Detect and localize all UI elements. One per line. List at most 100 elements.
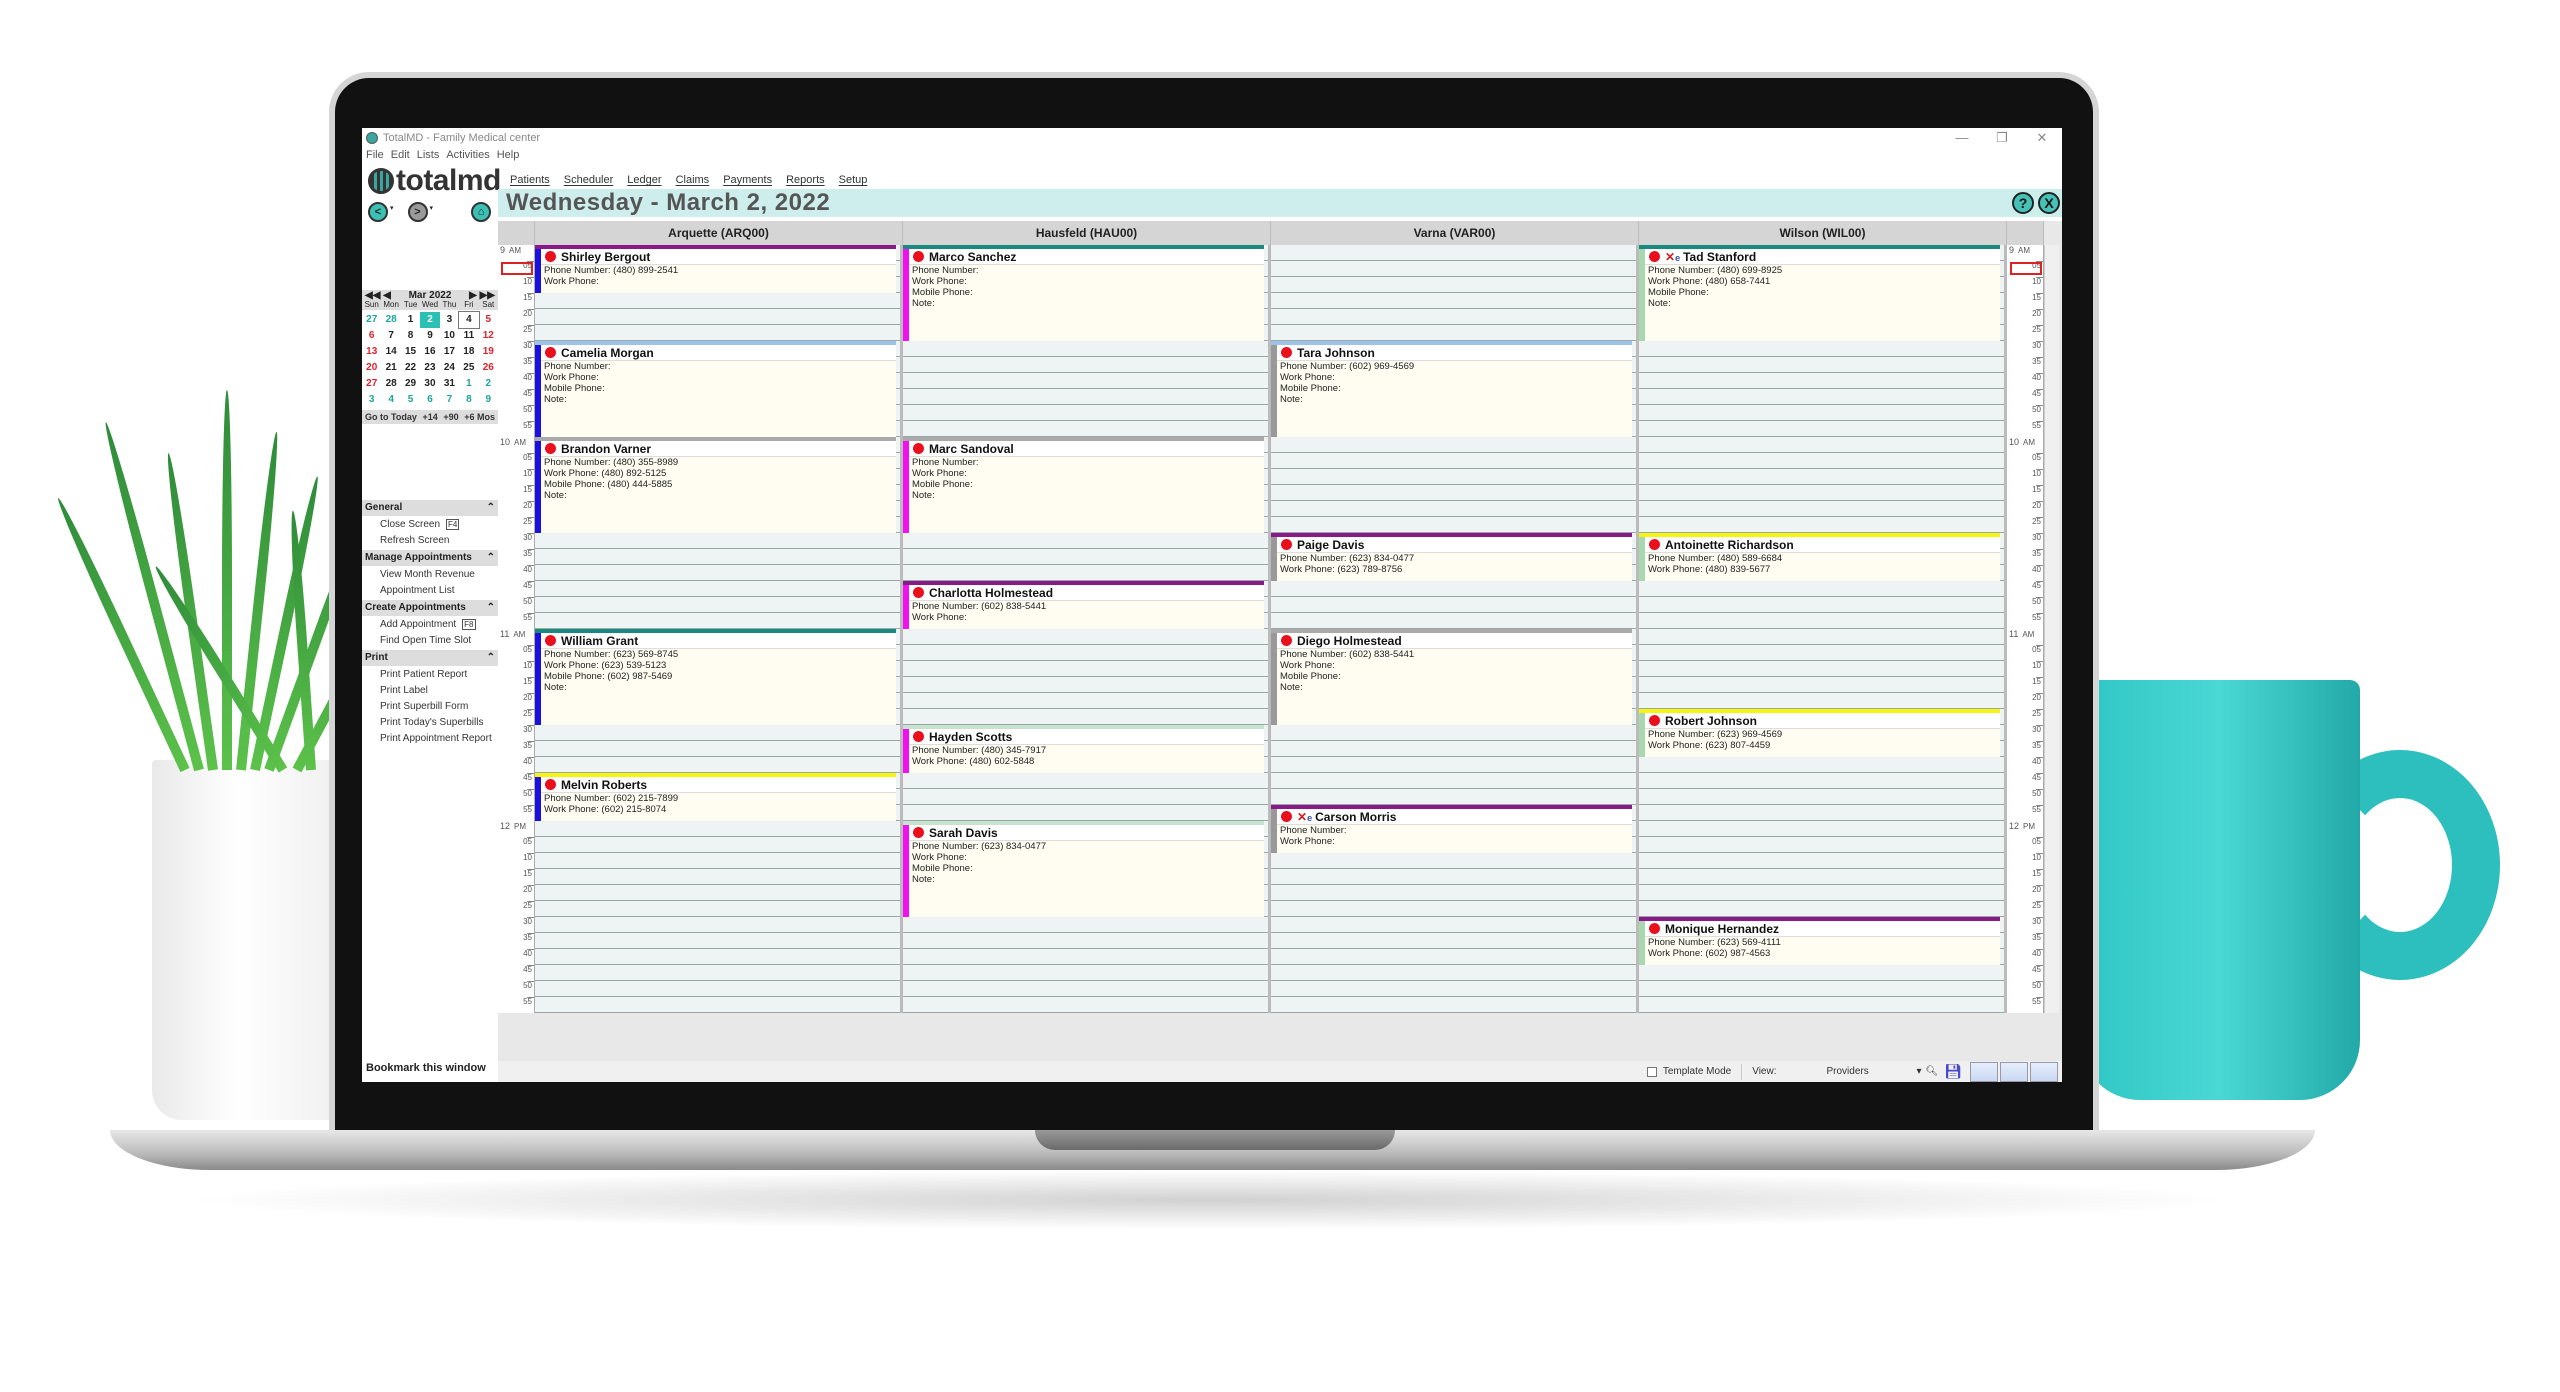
maximize-button[interactable]: ❐ xyxy=(1982,128,2022,148)
time-slot[interactable] xyxy=(1639,485,2004,501)
menu-lists[interactable]: Lists xyxy=(417,149,440,165)
time-slot[interactable] xyxy=(1271,789,1636,805)
time-slot[interactable] xyxy=(1639,405,2004,421)
task-item[interactable]: View Month Revenue xyxy=(362,566,498,582)
time-slot[interactable] xyxy=(1271,501,1636,517)
time-slot[interactable] xyxy=(903,357,1268,373)
search-icon[interactable]: 🔍︎ xyxy=(1926,1066,1939,1077)
calendar-day[interactable]: 12 xyxy=(479,328,498,344)
time-slot[interactable] xyxy=(903,389,1268,405)
appointment-card[interactable]: Marco Sanchez Phone Number: Work Phone: Mob… xyxy=(903,245,1264,341)
time-slot[interactable] xyxy=(1639,837,2004,853)
calendar-day[interactable]: 10 xyxy=(440,328,459,344)
calendar-day[interactable]: 28 xyxy=(381,376,400,392)
plus-90-link[interactable]: +90 xyxy=(443,412,458,422)
time-slot[interactable] xyxy=(1271,581,1636,597)
time-slot[interactable] xyxy=(1271,997,1636,1013)
provider-header[interactable]: Arquette (ARQ00) xyxy=(535,221,903,245)
time-slot[interactable] xyxy=(1271,613,1636,629)
time-slot[interactable] xyxy=(535,917,900,933)
time-slot[interactable] xyxy=(1271,453,1636,469)
task-item[interactable]: Print Appointment Report xyxy=(362,730,498,746)
appointment-card[interactable]: Tara Johnson Phone Number: (602) 969-4569… xyxy=(1271,341,1632,437)
appointment-card[interactable]: ✕e Carson Morris Phone Number: Work Phone: xyxy=(1271,805,1632,853)
time-slot[interactable] xyxy=(903,965,1268,981)
calendar-day[interactable]: 8 xyxy=(401,328,420,344)
calendar-day[interactable]: 16 xyxy=(420,344,439,360)
time-slot[interactable] xyxy=(535,981,900,997)
appointment-card[interactable]: William Grant Phone Number: (623) 569-874… xyxy=(535,629,896,725)
task-group-header[interactable]: General ⌃ xyxy=(362,500,498,516)
calendar-day[interactable]: 4 xyxy=(381,392,400,408)
time-slot[interactable] xyxy=(1271,869,1636,885)
nav-claims[interactable]: Claims xyxy=(676,174,710,186)
calendar-day[interactable]: 7 xyxy=(440,392,459,408)
calendar-day[interactable]: 5 xyxy=(479,312,498,328)
template-mode-checkbox[interactable] xyxy=(1646,1066,1657,1077)
plus-6-months-link[interactable]: +6 Mos xyxy=(464,412,495,422)
back-dropdown-icon[interactable]: ▾ xyxy=(390,204,394,212)
time-slot[interactable] xyxy=(1639,853,2004,869)
time-slot[interactable] xyxy=(903,789,1268,805)
time-slot[interactable] xyxy=(535,965,900,981)
time-slot[interactable] xyxy=(1639,981,2004,997)
time-slot[interactable] xyxy=(535,901,900,917)
save-icon[interactable]: 💾︎ xyxy=(1944,1063,1962,1080)
nav-reports[interactable]: Reports xyxy=(786,174,825,186)
calendar-day[interactable]: 8 xyxy=(459,392,478,408)
time-slot[interactable] xyxy=(1271,309,1636,325)
appointment-card[interactable]: Robert Johnson Phone Number: (623) 969-45… xyxy=(1639,709,2000,757)
time-slot[interactable] xyxy=(535,325,900,341)
vertical-scrollbar[interactable] xyxy=(2044,245,2059,1013)
home-button[interactable]: ⌂ xyxy=(471,202,492,222)
time-slot[interactable] xyxy=(903,405,1268,421)
task-item[interactable]: Print Superbill Form xyxy=(362,698,498,714)
calendar-day[interactable]: 30 xyxy=(420,376,439,392)
appointment-card[interactable]: Melvin Roberts Phone Number: (602) 215-78… xyxy=(535,773,896,821)
calendar-day[interactable]: 3 xyxy=(440,312,459,328)
time-slot[interactable] xyxy=(903,629,1268,645)
task-item[interactable]: Print Label xyxy=(362,682,498,698)
month-view-button[interactable] xyxy=(2030,1061,2058,1082)
close-screen-button[interactable]: X xyxy=(2038,192,2060,214)
time-slot[interactable] xyxy=(1271,885,1636,901)
time-slot[interactable] xyxy=(1639,389,2004,405)
chevron-down-icon[interactable]: ▾ xyxy=(1916,1066,1921,1077)
provider-header[interactable]: Hausfeld (HAU00) xyxy=(903,221,1271,245)
time-slot[interactable] xyxy=(535,309,900,325)
time-slot[interactable] xyxy=(1639,821,2004,837)
time-slot[interactable] xyxy=(903,533,1268,549)
window-close-button[interactable]: ✕ xyxy=(2022,128,2062,148)
appointment-card[interactable]: Monique Hernandez Phone Number: (623) 569… xyxy=(1639,917,2000,965)
time-slot[interactable] xyxy=(535,837,900,853)
calendar-day[interactable]: 18 xyxy=(459,344,478,360)
plus-14-link[interactable]: +14 xyxy=(422,412,437,422)
nav-scheduler[interactable]: Scheduler xyxy=(564,174,614,186)
appointment-card[interactable]: Charlotta Holmestead Phone Number: (602) … xyxy=(903,581,1264,629)
time-slot[interactable] xyxy=(903,341,1268,357)
task-item[interactable]: Find Open Time Slot xyxy=(362,632,498,648)
nav-ledger[interactable]: Ledger xyxy=(627,174,661,186)
time-slot[interactable] xyxy=(1271,741,1636,757)
time-slot[interactable] xyxy=(1271,293,1636,309)
task-group-header[interactable]: Print ⌃ xyxy=(362,650,498,666)
time-slot[interactable] xyxy=(903,677,1268,693)
calendar-day[interactable]: 2 xyxy=(479,376,498,392)
calendar-day[interactable]: 21 xyxy=(381,360,400,376)
time-slot[interactable] xyxy=(535,757,900,773)
time-slot[interactable] xyxy=(1639,341,2004,357)
time-slot[interactable] xyxy=(1639,805,2004,821)
calendar-day[interactable]: 20 xyxy=(362,360,381,376)
time-slot[interactable] xyxy=(535,821,900,837)
time-slot[interactable] xyxy=(1271,245,1636,261)
calendar-day[interactable]: 3 xyxy=(362,392,381,408)
time-slot[interactable] xyxy=(1639,437,2004,453)
time-slot[interactable] xyxy=(1639,645,2004,661)
nav-patients[interactable]: Patients xyxy=(510,174,550,186)
bookmark-window-link[interactable]: Bookmark this window xyxy=(366,1062,486,1074)
day-view-button[interactable] xyxy=(1970,1061,1998,1082)
time-slot[interactable] xyxy=(1271,773,1636,789)
task-group-header[interactable]: Create Appointments ⌃ xyxy=(362,600,498,616)
time-slot[interactable] xyxy=(1639,997,2004,1013)
calendar-day[interactable]: 6 xyxy=(362,328,381,344)
